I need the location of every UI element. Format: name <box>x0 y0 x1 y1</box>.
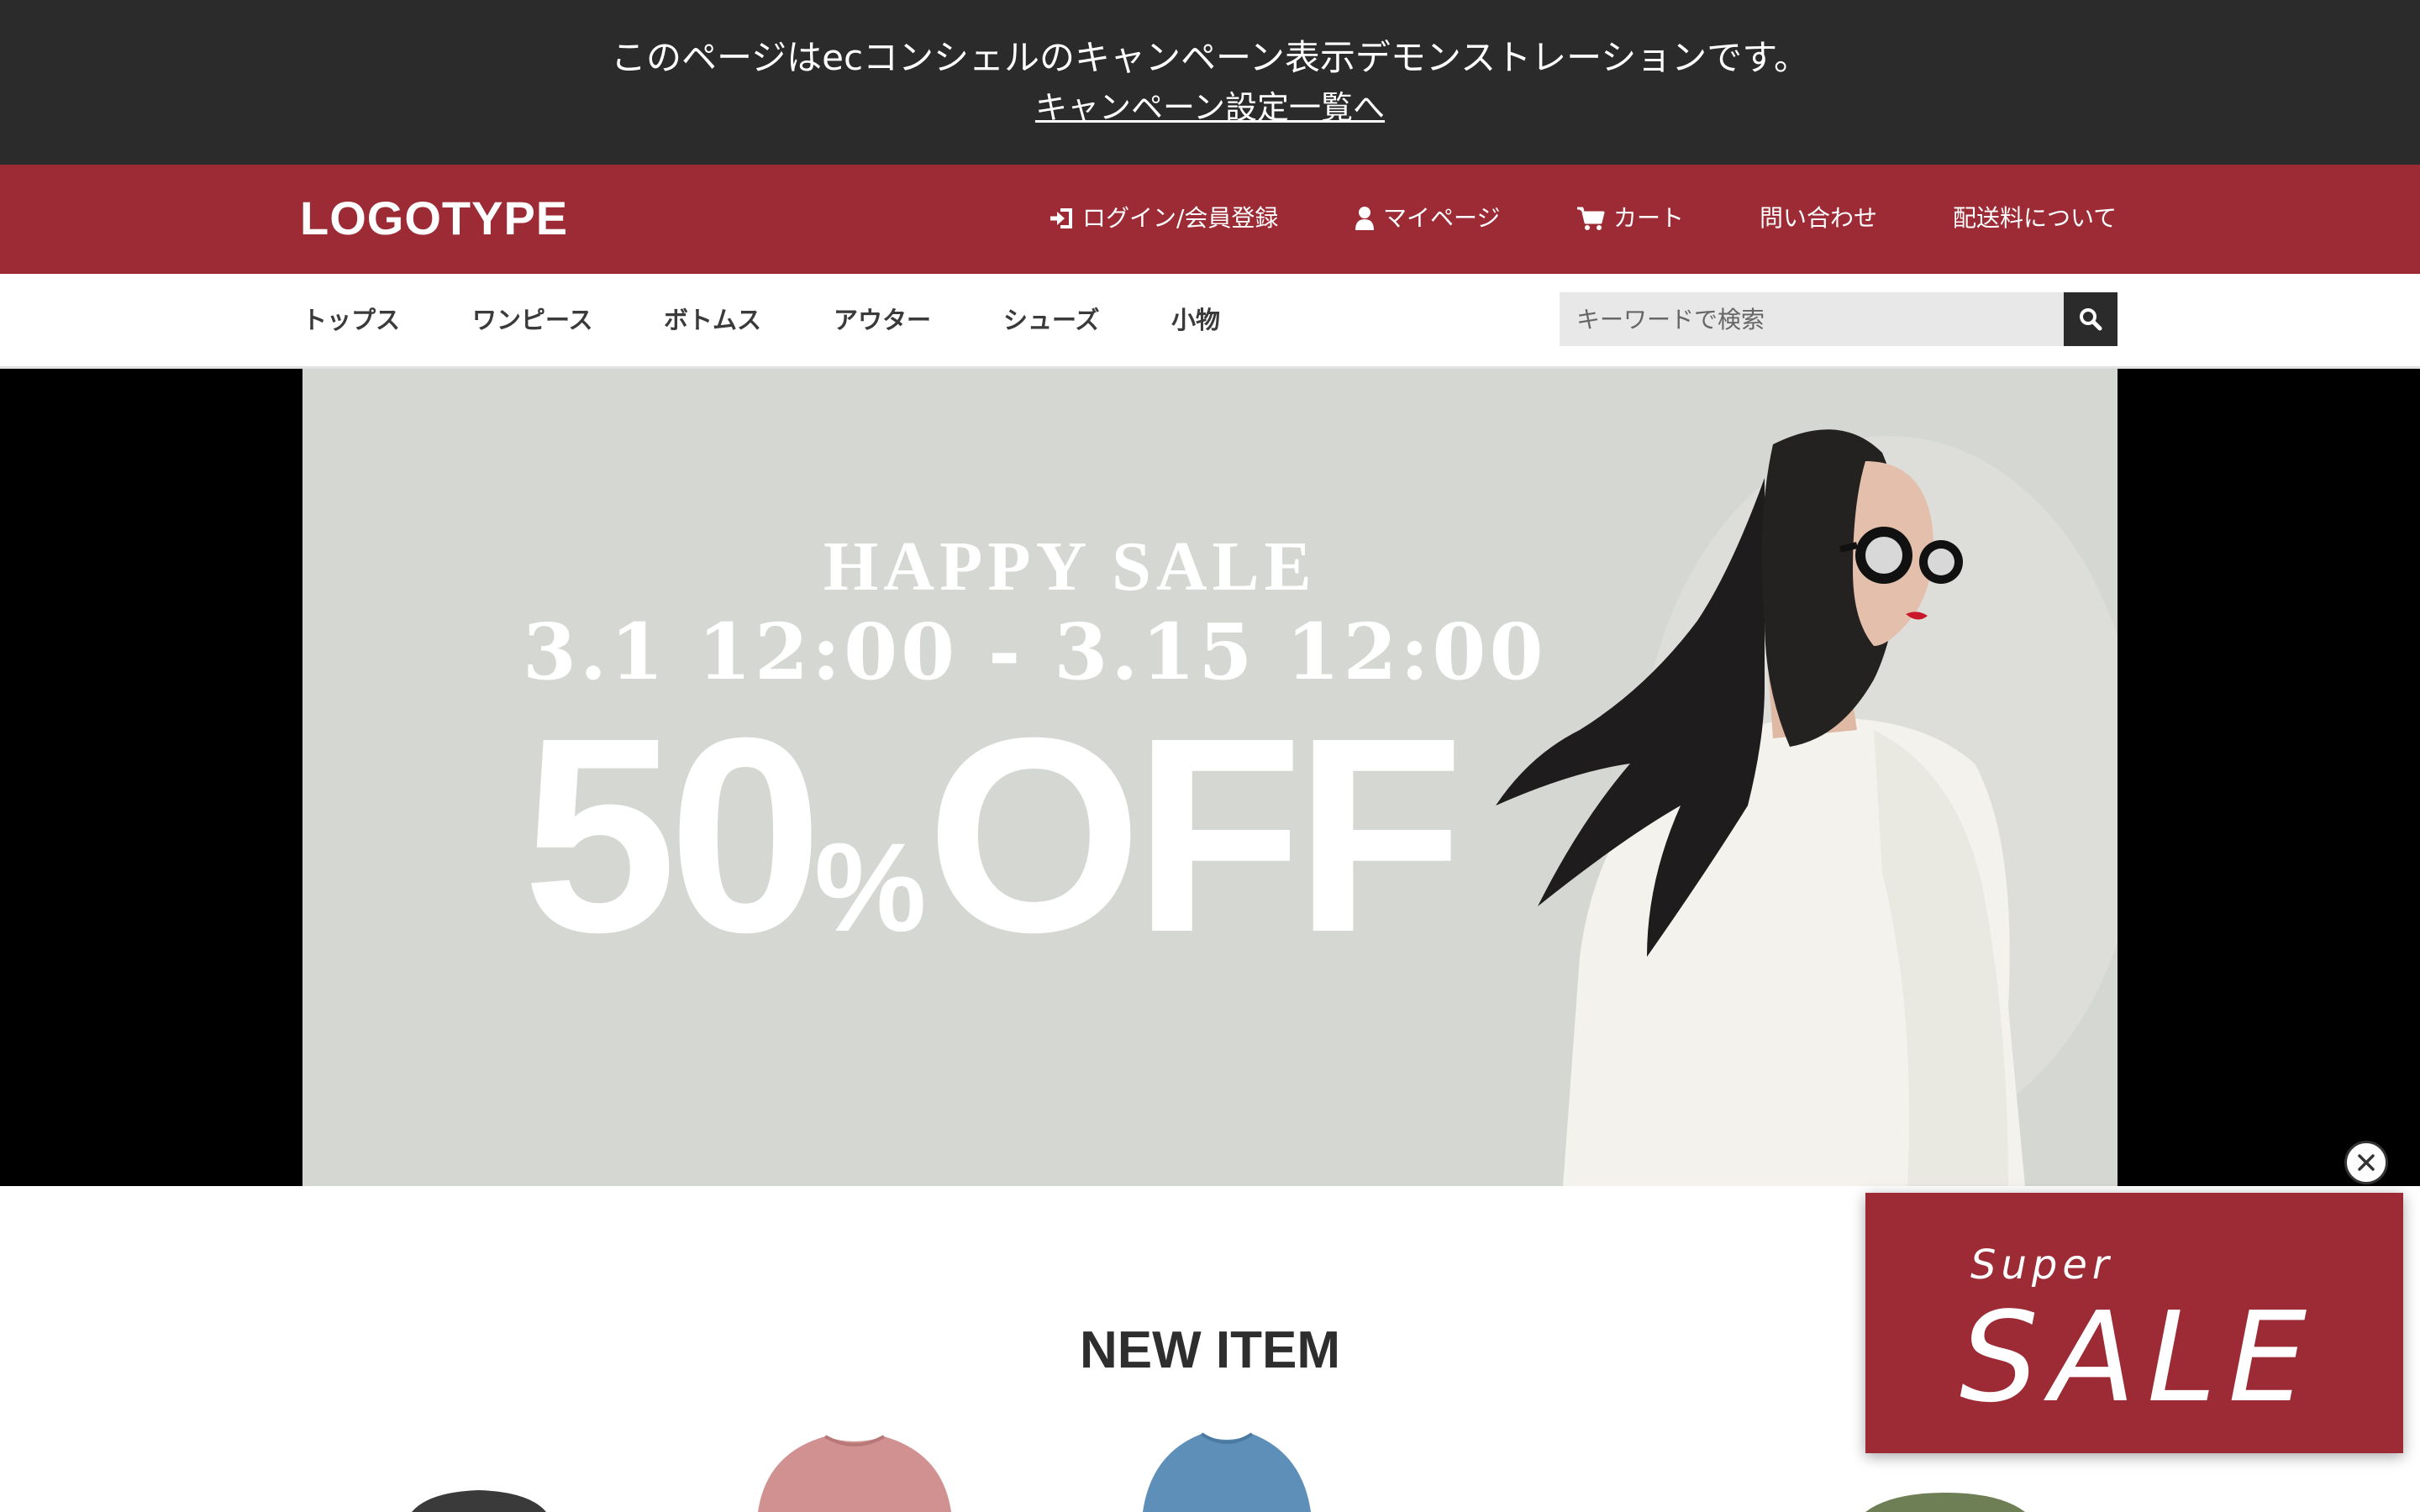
demo-notice-bar: このページはecコンシェルのキャンペーン表示デモンストレーションです。 キャンペ… <box>0 0 2420 165</box>
product-image-1[interactable] <box>395 1487 563 1512</box>
mypage-label: マイページ <box>1383 204 1501 232</box>
discount-unit: % <box>814 816 927 958</box>
cart-icon <box>1577 207 1605 230</box>
mypage-link[interactable]: マイページ <box>1355 200 1500 237</box>
hero-area: HAPPY SALE 3.1 12:00 - 3.15 12:00 50%OFF <box>0 369 2420 1186</box>
popup-sale-text: SALE <box>1960 1285 2319 1430</box>
popup-super-text: Super <box>1970 1242 2114 1289</box>
contact-label: 問い合わせ <box>1760 204 1878 232</box>
cart-link[interactable]: カート <box>1576 200 1684 237</box>
contact-link[interactable]: 問い合わせ <box>1760 200 1877 237</box>
shipping-fee-label: 配送料について <box>1953 204 2118 232</box>
user-icon <box>1355 207 1374 230</box>
category-bottoms[interactable]: ボトムス <box>664 302 761 339</box>
cart-label: カート <box>1613 204 1685 232</box>
close-icon <box>2358 1154 2375 1171</box>
super-sale-popup[interactable]: Super SALE <box>1865 1193 2403 1453</box>
logo[interactable]: LOGOTYPE <box>300 188 568 249</box>
category-shoes[interactable]: シューズ <box>1003 302 1100 339</box>
login-register-link[interactable]: ログイン/会員登録 <box>1049 200 1278 237</box>
shipping-fee-link[interactable]: 配送料について <box>1953 200 2117 237</box>
banner-discount: 50%OFF <box>523 696 1464 1066</box>
category-nav: トップス ワンピース ボトムス アウター シューズ 小物 <box>0 274 2420 369</box>
product-image-3[interactable] <box>1126 1424 1328 1512</box>
model-photo <box>1496 429 2118 1186</box>
campaign-list-link-wrap: キャンペーン設定一覧へ <box>0 84 2420 131</box>
product-image-2[interactable] <box>733 1428 976 1512</box>
login-icon <box>1050 208 1072 228</box>
category-accessories[interactable]: 小物 <box>1171 302 1220 339</box>
campaign-list-link[interactable]: キャンペーン設定一覧へ <box>1035 89 1385 126</box>
sale-banner[interactable]: HAPPY SALE 3.1 12:00 - 3.15 12:00 50%OFF <box>302 369 2118 1186</box>
category-onepiece[interactable]: ワンピース <box>472 302 593 339</box>
discount-number: 50 <box>523 680 823 990</box>
search-icon <box>2080 308 2102 331</box>
category-tops[interactable]: トップス <box>302 302 400 339</box>
login-register-label: ログイン/会員登録 <box>1082 204 1279 232</box>
product-image-4[interactable] <box>1857 1491 2033 1512</box>
search-button[interactable] <box>2064 292 2118 346</box>
category-outer[interactable]: アウター <box>834 302 931 339</box>
popup-close-button[interactable] <box>2344 1141 2388 1184</box>
search-input[interactable] <box>1560 292 2064 346</box>
demo-message: このページはecコンシェルのキャンペーン表示デモンストレーションです。 <box>610 37 1810 78</box>
site-header: LOGOTYPE ログイン/会員登録 マイページ カート 問い合わせ 配送料につ… <box>0 165 2420 274</box>
